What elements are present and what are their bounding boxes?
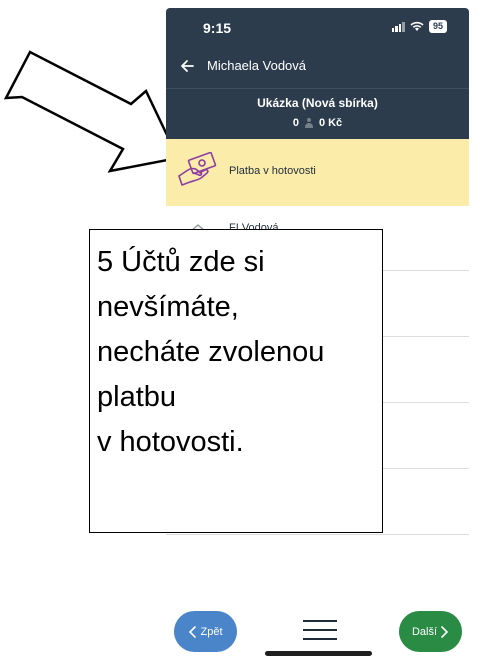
app-header: 9:15 95 Michaela Vodová Ukázka (Nová sbí… [166, 8, 469, 139]
battery-indicator: 95 [428, 20, 447, 33]
next-button[interactable]: Další [399, 611, 462, 652]
cash-payment-icon [178, 152, 217, 186]
collection-amount: 0 Kč [318, 117, 343, 129]
participant-count: 0 [292, 117, 299, 129]
page-title: Michaela Vodová [207, 58, 307, 73]
home-indicator[interactable] [265, 651, 372, 656]
instruction-note: 5 Účtů zde si nevšímáte, necháte zvoleno… [89, 229, 383, 533]
status-time: 9:15 [203, 20, 232, 36]
nav-row: Michaela Vodová [180, 58, 306, 73]
chevron-left-icon [189, 625, 197, 638]
payment-option-cash[interactable]: Platba v hotovosti [166, 139, 469, 206]
back-button[interactable]: Zpět [174, 611, 237, 652]
note-line: 5 Účtů zde si [97, 246, 265, 278]
collection-stats: 0 0 Kč [166, 117, 469, 129]
wifi-icon [410, 21, 424, 31]
note-line: platbu [97, 381, 177, 413]
back-button-label: Zpět [200, 625, 223, 638]
next-button-label: Další [411, 625, 438, 638]
collection-title: Ukázka (Nová sbírka) [257, 96, 378, 110]
collection-info: Ukázka (Nová sbírka) 0 0 Kč [166, 88, 469, 139]
note-line: necháte zvolenou [97, 336, 325, 368]
list-divider [166, 534, 469, 535]
status-icons: 95 [391, 20, 447, 33]
note-line: v hotovosti. [97, 426, 244, 458]
person-icon [304, 118, 313, 128]
signal-icon [391, 21, 405, 32]
back-arrow-icon[interactable] [180, 59, 194, 73]
menu-icon[interactable] [303, 620, 337, 644]
note-line: nevšímáte, [97, 291, 239, 323]
chevron-right-icon [441, 625, 449, 638]
payment-option-label: Platba v hotovosti [229, 165, 316, 177]
